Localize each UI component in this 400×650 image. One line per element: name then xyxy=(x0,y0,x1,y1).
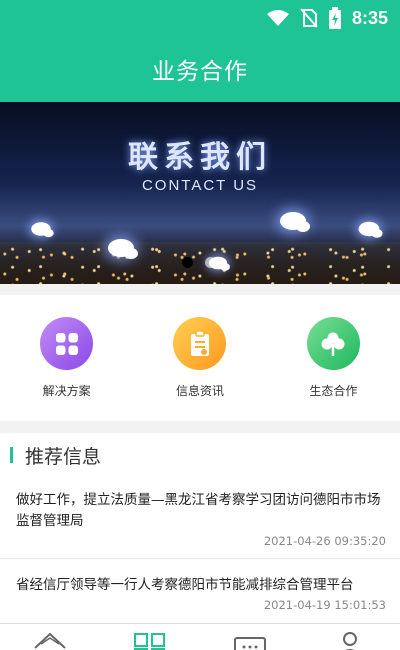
menu-item-solutions[interactable]: 解决方案 xyxy=(0,295,133,421)
news-date: 2021-04-26 09:35:20 xyxy=(263,534,386,548)
tab-cooperation[interactable] xyxy=(100,624,200,650)
wifi-icon xyxy=(266,9,290,27)
menu-label: 解决方案 xyxy=(42,384,91,398)
news-date: 2021-04-19 15:01:53 xyxy=(263,598,386,612)
chat-bubble-icon xyxy=(280,212,310,232)
carousel-indicator xyxy=(182,257,216,268)
banner-title: 联系我们 xyxy=(128,140,272,175)
tab-profile[interactable] xyxy=(300,624,400,650)
profile-icon xyxy=(333,632,367,650)
section-accent-bar xyxy=(10,447,13,463)
carousel-dot[interactable] xyxy=(182,257,193,268)
banner-carousel[interactable]: 联系我们 CONTACT US xyxy=(0,102,400,284)
status-bar: 8:35 xyxy=(0,0,400,36)
chat-bubble-icon xyxy=(108,239,138,259)
menu-label: 信息资讯 xyxy=(175,384,224,398)
feature-menu: 解决方案 信息资讯 生态合作 xyxy=(0,295,400,421)
news-title: 省经信厅领导等一行人考察德阳市节能减排综合管理平台 xyxy=(16,577,354,593)
bottom-tab-bar xyxy=(0,623,400,650)
tab-home[interactable] xyxy=(0,624,100,650)
home-icon xyxy=(33,632,67,650)
news-item[interactable]: 做好工作，提立法质量—黑龙江省考察学习团访问德阳市市场监督管理局 2021-04… xyxy=(0,477,400,559)
carousel-dot[interactable] xyxy=(205,257,216,268)
recommend-section: 推荐信息 做好工作，提立法质量—黑龙江省考察学习团访问德阳市市场监督管理局 20… xyxy=(0,433,400,623)
chat-bubble-icon xyxy=(31,222,54,238)
clipboard-icon xyxy=(173,317,227,370)
message-icon xyxy=(233,632,267,650)
menu-item-ecosystem[interactable]: 生态合作 xyxy=(267,295,400,421)
apps-grid-icon xyxy=(40,317,94,370)
clover-icon xyxy=(306,317,360,370)
page-title: 业务合作 xyxy=(152,59,248,85)
section-title: 推荐信息 xyxy=(25,445,102,468)
app-header: 8:35 业务合作 xyxy=(0,0,400,102)
news-title: 做好工作，提立法质量—黑龙江省考察学习团访问德阳市市场监督管理局 xyxy=(16,492,381,529)
chat-bubble-icon xyxy=(358,221,383,238)
section-header: 推荐信息 xyxy=(0,433,400,477)
banner-subtitle: CONTACT US xyxy=(141,177,259,194)
status-time: 8:35 xyxy=(351,7,388,28)
menu-label: 生态合作 xyxy=(309,384,358,398)
menu-item-news[interactable]: 信息资讯 xyxy=(133,295,266,421)
no-sim-icon xyxy=(300,8,318,28)
grid-icon xyxy=(133,632,167,650)
news-item[interactable]: 省经信厅领导等一行人考察德阳市节能减排综合管理平台 2021-04-19 15:… xyxy=(0,559,400,619)
battery-charging-icon xyxy=(328,7,342,29)
tab-message[interactable] xyxy=(200,624,300,650)
